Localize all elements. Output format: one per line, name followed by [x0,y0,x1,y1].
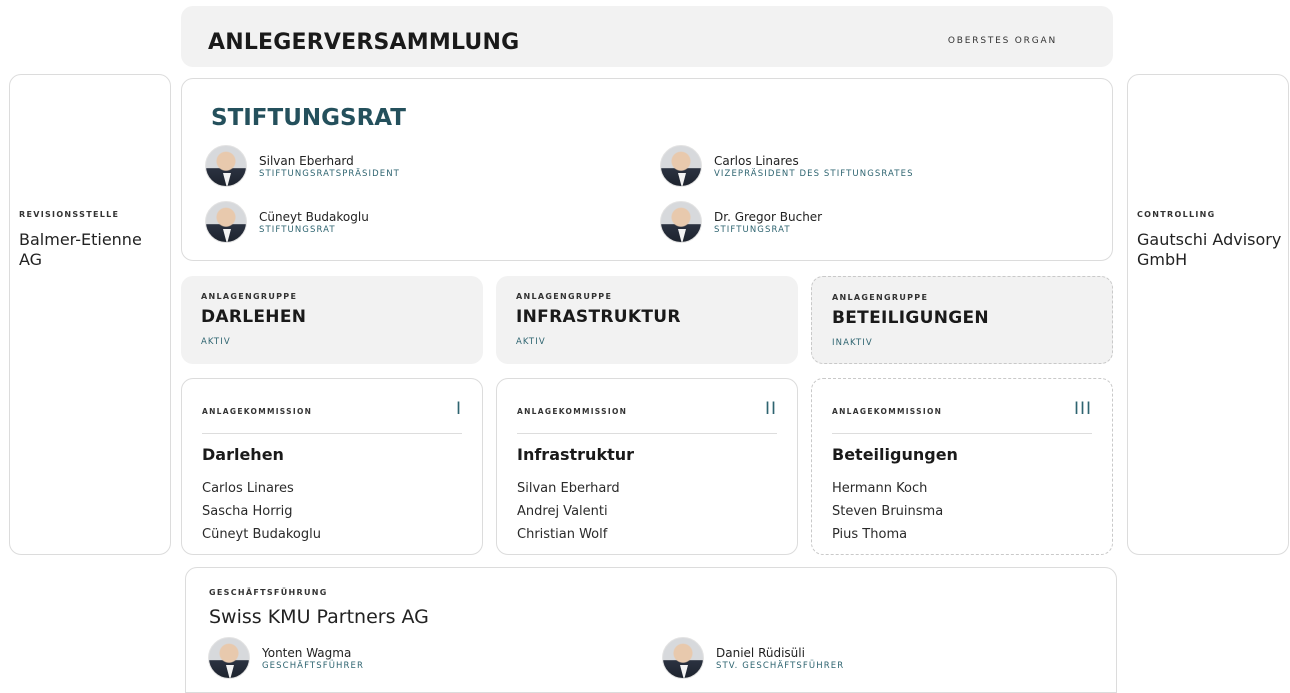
person-portrait-icon [660,145,702,187]
commission-members: Carlos Linares Sascha Horrig Cüneyt Buda… [202,477,321,546]
investment-group-name: BETEILIGUNGEN [832,308,989,328]
management-member: Daniel Rüdisüli STV. GESCHÄFTSFÜHRER [662,637,844,679]
list-item: Silvan Eberhard [517,481,620,496]
commission-numeral: II [764,399,777,419]
commission-card-darlehen: ANLAGEKOMMISSION I Darlehen Carlos Linar… [181,378,483,555]
board-member-role: STIFTUNGSRAT [714,224,791,235]
investment-group-beteiligungen: ANLAGENGRUPPE BETEILIGUNGEN INAKTIV [811,276,1113,364]
person-portrait-icon [662,637,704,679]
management-member-name: Yonten Wagma [262,645,352,660]
list-item: Christian Wolf [517,527,608,542]
management-box: GESCHÄFTSFÜHRUNG Swiss KMU Partners AG Y… [185,567,1117,693]
commission-numeral: I [455,399,462,419]
investment-group-status: AKTIV [201,337,231,347]
investment-group-label: ANLAGENGRUPPE [516,292,613,301]
list-item: Steven Bruinsma [832,504,944,519]
general-assembly-tag: OBERSTES ORGAN [947,36,1057,46]
list-item: Carlos Linares [202,481,294,496]
commission-name: Darlehen [202,445,284,464]
list-item: Sascha Horrig [202,504,293,519]
list-item: Andrej Valenti [517,504,608,519]
commission-members: Silvan Eberhard Andrej Valenti Christian… [517,477,620,546]
investment-group-name: DARLEHEN [201,307,307,327]
management-member-role: GESCHÄFTSFÜHRER [262,660,365,671]
divider [517,433,777,434]
board-title: STIFTUNGSRAT [211,105,406,131]
person-portrait-icon [660,201,702,243]
management-company: Swiss KMU Partners AG [209,606,429,628]
general-assembly-title: ANLEGERVERSAMMLUNG [208,30,520,55]
controlling-box: CONTROLLING Gautschi Advisory GmbH [1127,74,1289,555]
list-item: Hermann Koch [832,481,928,496]
commission-name: Infrastruktur [517,445,635,464]
divider [832,433,1092,434]
board-member: Cüneyt Budakoglu STIFTUNGSRAT [205,201,369,243]
management-label: GESCHÄFTSFÜHRUNG [209,588,328,597]
board-member: Carlos Linares VIZEPRÄSIDENT DES STIFTUN… [660,145,914,187]
investment-group-status: AKTIV [516,337,546,347]
commission-members: Hermann Koch Steven Bruinsma Pius Thoma [832,477,943,546]
list-item: Cüneyt Budakoglu [202,527,321,542]
investment-group-infrastruktur: ANLAGENGRUPPE INFRASTRUKTUR AKTIV [496,276,798,364]
board-member-name: Carlos Linares [714,153,799,168]
person-portrait-icon [208,637,250,679]
general-assembly-box: ANLEGERVERSAMMLUNG OBERSTES ORGAN [181,6,1113,67]
audit-box: REVISIONSSTELLE Balmer-Etienne AG [9,74,171,555]
commission-label: ANLAGEKOMMISSION [202,407,313,416]
investment-group-darlehen: ANLAGENGRUPPE DARLEHEN AKTIV [181,276,483,364]
commission-card-beteiligungen: ANLAGEKOMMISSION III Beteiligungen Herma… [811,378,1113,555]
management-member: Yonten Wagma GESCHÄFTSFÜHRER [208,637,364,679]
controlling-label: CONTROLLING [1137,210,1216,219]
commission-numeral: III [1073,399,1092,419]
commission-label: ANLAGEKOMMISSION [832,407,943,416]
commission-label: ANLAGEKOMMISSION [517,407,628,416]
board-member: Dr. Gregor Bucher STIFTUNGSRAT [660,201,822,243]
commission-card-infrastruktur: ANLAGEKOMMISSION II Infrastruktur Silvan… [496,378,798,555]
divider [202,433,462,434]
investment-group-label: ANLAGENGRUPPE [201,292,298,301]
list-item: Pius Thoma [832,527,908,542]
controlling-value: Gautschi Advisory GmbH [1137,230,1282,269]
person-portrait-icon [205,201,247,243]
board-member-role: STIFTUNGSRAT [259,224,336,235]
board-member-name: Cüneyt Budakoglu [259,209,369,224]
commission-name: Beteiligungen [832,445,958,464]
management-member-role: STV. GESCHÄFTSFÜHRER [716,660,845,671]
board-member-name: Dr. Gregor Bucher [714,209,823,224]
board-member-role: STIFTUNGSRATSPRÄSIDENT [259,168,400,179]
management-member-name: Daniel Rüdisüli [716,645,805,660]
board-member: Silvan Eberhard STIFTUNGSRATSPRÄSIDENT [205,145,400,187]
board-box: STIFTUNGSRAT Silvan Eberhard STIFTUNGSRA… [181,78,1113,261]
investment-group-status: INAKTIV [832,338,873,348]
board-member-name: Silvan Eberhard [259,153,354,168]
audit-label: REVISIONSSTELLE [19,210,120,219]
audit-value: Balmer-Etienne AG [19,230,142,269]
investment-group-name: INFRASTRUKTUR [516,307,681,327]
person-portrait-icon [205,145,247,187]
board-member-role: VIZEPRÄSIDENT DES STIFTUNGSRATES [714,168,914,179]
investment-group-label: ANLAGENGRUPPE [832,293,929,302]
